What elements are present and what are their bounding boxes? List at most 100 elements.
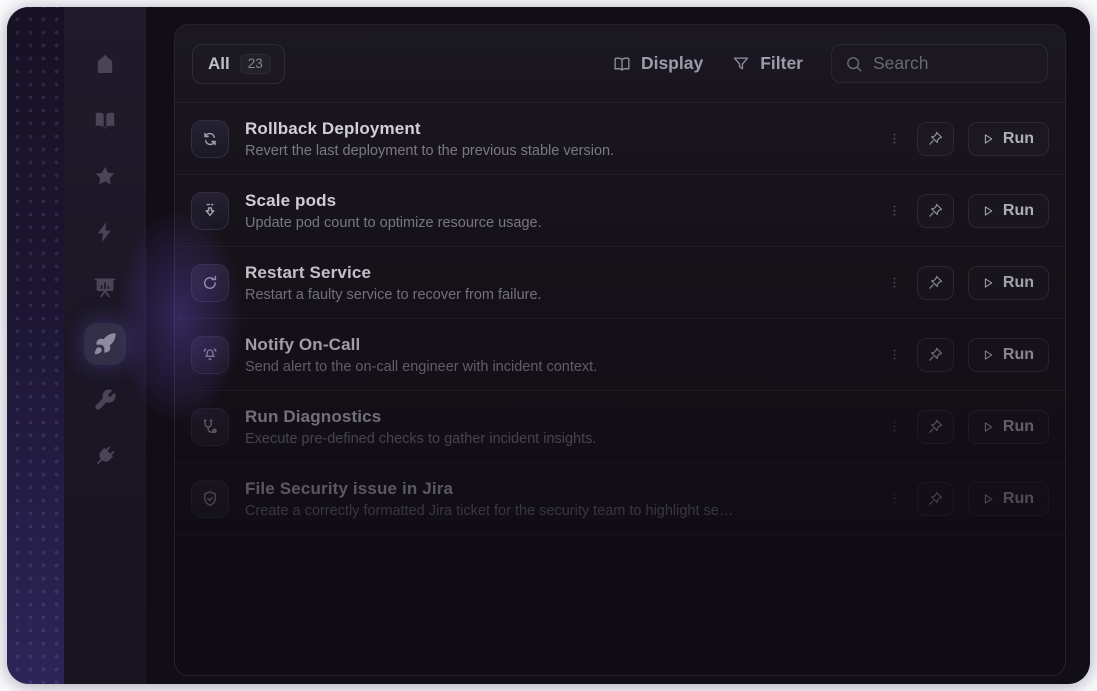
runbook-row[interactable]: Restart Service Restart a faulty service…: [175, 247, 1065, 319]
pin-icon: [927, 274, 944, 291]
search-input[interactable]: [873, 53, 1035, 74]
sidebar-item-tools[interactable]: [85, 380, 125, 420]
filter-icon: [731, 54, 751, 74]
tab-all[interactable]: All 23: [192, 44, 285, 84]
run-button-label: Run: [1003, 274, 1034, 292]
sidebar-item-dashboards[interactable]: [85, 268, 125, 308]
runbook-description: Send alert to the on-call engineer with …: [245, 359, 871, 375]
kebab-icon: [887, 273, 902, 292]
pin-button[interactable]: [917, 482, 954, 516]
presentation-chart-icon: [93, 276, 117, 300]
sync-icon: [191, 120, 229, 158]
runbook-title: File Security issue in Jira: [245, 478, 871, 500]
pin-icon: [927, 418, 944, 435]
search-icon: [844, 54, 864, 74]
sidebar-item-integrations[interactable]: [85, 436, 125, 476]
runbooks-panel: All 23 Display Filter: [174, 24, 1066, 676]
pin-icon: [927, 130, 944, 147]
runbook-row[interactable]: Rollback Deployment Revert the last depl…: [175, 103, 1065, 175]
panel-header: All 23 Display Filter: [175, 25, 1065, 103]
run-button[interactable]: Run: [968, 482, 1049, 516]
shield-check-icon: [191, 480, 229, 518]
pin-icon: [927, 490, 944, 507]
row-actions: Run: [887, 482, 1049, 516]
pin-button[interactable]: [917, 338, 954, 372]
run-button-label: Run: [1003, 202, 1034, 220]
run-button[interactable]: Run: [968, 194, 1049, 228]
main-area: All 23 Display Filter: [146, 7, 1090, 684]
book-open-icon: [612, 54, 632, 74]
star-icon: [93, 164, 117, 188]
plug-icon: [93, 444, 117, 468]
more-options-button[interactable]: [887, 488, 903, 510]
search-box[interactable]: [831, 44, 1048, 83]
sidebar-item-actions[interactable]: [85, 212, 125, 252]
runbook-row[interactable]: File Security issue in Jira Create a cor…: [175, 463, 1065, 535]
pin-button[interactable]: [917, 194, 954, 228]
play-icon: [981, 204, 995, 218]
pin-button[interactable]: [917, 410, 954, 444]
scale-down-icon: [191, 192, 229, 230]
row-actions: Run: [887, 410, 1049, 444]
runbook-description: Update pod count to optimize resource us…: [245, 215, 871, 231]
filter-button-label: Filter: [760, 53, 803, 74]
runbook-list: Rollback Deployment Revert the last depl…: [175, 103, 1065, 675]
play-icon: [981, 276, 995, 290]
runbook-title: Restart Service: [245, 262, 871, 284]
run-button-label: Run: [1003, 346, 1034, 364]
restart-icon: [191, 264, 229, 302]
book-icon: [93, 108, 117, 132]
play-icon: [981, 492, 995, 506]
app-window: All 23 Display Filter: [7, 7, 1090, 684]
tab-all-count-badge: 23: [240, 54, 271, 74]
kebab-icon: [887, 417, 902, 436]
more-options-button[interactable]: [887, 344, 903, 366]
runbook-title: Scale pods: [245, 190, 871, 212]
sidebar-item-home[interactable]: [85, 44, 125, 84]
more-options-button[interactable]: [887, 200, 903, 222]
display-button[interactable]: Display: [612, 53, 703, 74]
play-icon: [981, 132, 995, 146]
runbook-row[interactable]: Run Diagnostics Execute pre-defined chec…: [175, 391, 1065, 463]
run-button[interactable]: Run: [968, 338, 1049, 372]
more-options-button[interactable]: [887, 272, 903, 294]
wrench-icon: [93, 388, 117, 412]
kebab-icon: [887, 345, 902, 364]
run-button[interactable]: Run: [968, 122, 1049, 156]
row-actions: Run: [887, 122, 1049, 156]
play-icon: [981, 420, 995, 434]
pin-button[interactable]: [917, 266, 954, 300]
runbook-row[interactable]: Notify On-Call Send alert to the on-call…: [175, 319, 1065, 391]
sidebar-item-library[interactable]: [85, 100, 125, 140]
run-button-label: Run: [1003, 490, 1034, 508]
runbook-row[interactable]: Scale pods Update pod count to optimize …: [175, 175, 1065, 247]
runbook-title: Run Diagnostics: [245, 406, 871, 428]
display-button-label: Display: [641, 53, 703, 74]
pin-icon: [927, 202, 944, 219]
pin-button[interactable]: [917, 122, 954, 156]
sidebar-item-runbooks[interactable]: [85, 324, 125, 364]
runbook-description: Revert the last deployment to the previo…: [245, 143, 871, 159]
home-icon: [93, 52, 117, 76]
filter-button[interactable]: Filter: [731, 53, 803, 74]
row-actions: Run: [887, 194, 1049, 228]
pin-icon: [927, 346, 944, 363]
row-actions: Run: [887, 338, 1049, 372]
desktop-background: All 23 Display Filter: [0, 0, 1097, 691]
sidebar: [64, 7, 146, 684]
runbook-title: Rollback Deployment: [245, 118, 871, 140]
more-options-button[interactable]: [887, 416, 903, 438]
runbook-description: Restart a faulty service to recover from…: [245, 287, 871, 303]
kebab-icon: [887, 129, 902, 148]
sidebar-item-favorites[interactable]: [85, 156, 125, 196]
play-icon: [981, 348, 995, 362]
run-button[interactable]: Run: [968, 266, 1049, 300]
row-actions: Run: [887, 266, 1049, 300]
decorative-dot-strip: [7, 7, 64, 684]
stethoscope-icon: [191, 408, 229, 446]
kebab-icon: [887, 489, 902, 508]
run-button[interactable]: Run: [968, 410, 1049, 444]
runbook-description: Execute pre-defined checks to gather inc…: [245, 431, 871, 447]
runbook-title: Notify On-Call: [245, 334, 871, 356]
more-options-button[interactable]: [887, 128, 903, 150]
